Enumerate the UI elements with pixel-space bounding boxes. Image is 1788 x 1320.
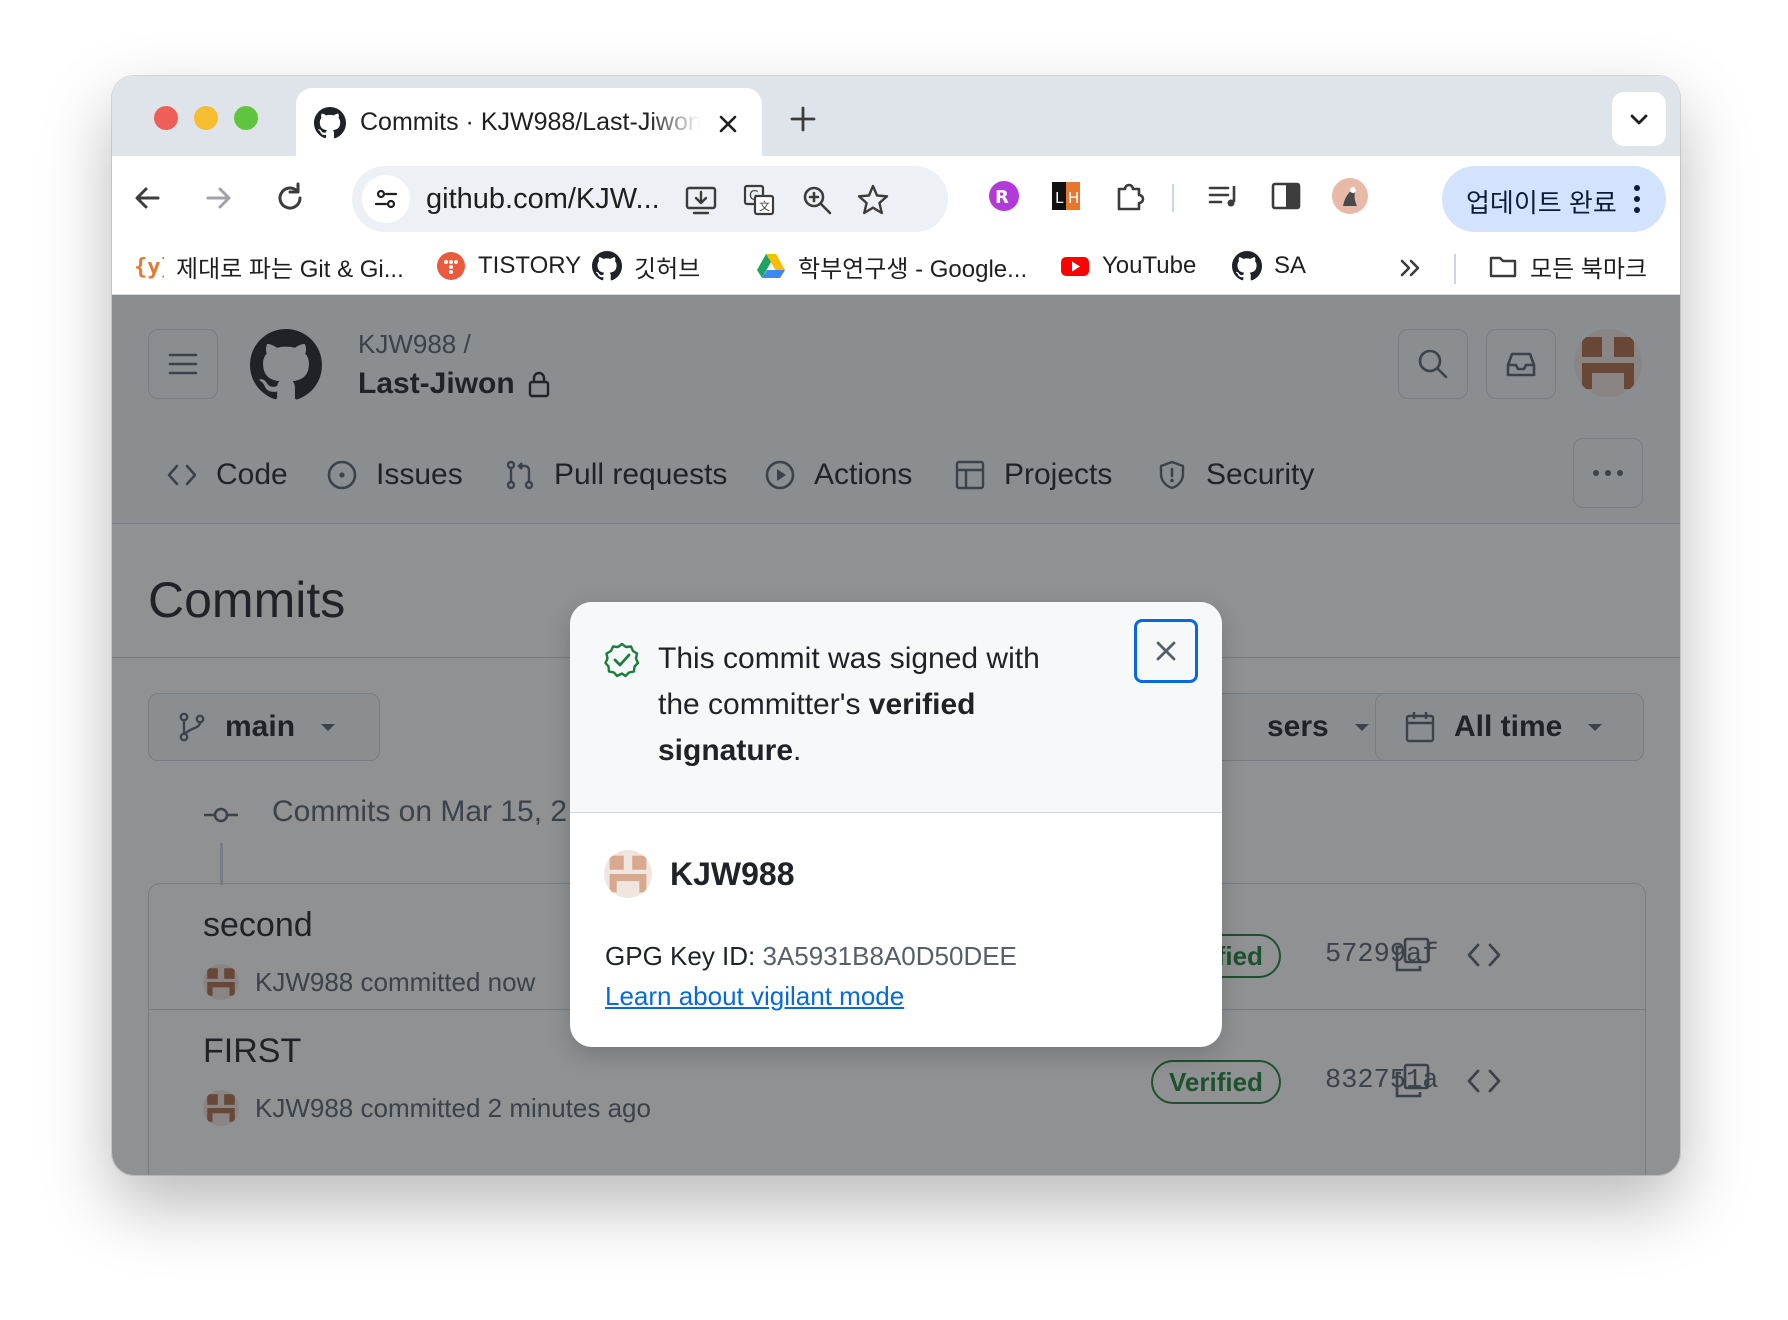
- github-icon: [1232, 251, 1262, 281]
- bookmarks-divider: [1454, 254, 1456, 284]
- google-drive-icon: [757, 254, 785, 278]
- svg-text:H: H: [1068, 189, 1079, 207]
- avatar[interactable]: [604, 850, 652, 898]
- gpg-key-id: 3A5931B8A0D50DEE: [762, 941, 1017, 971]
- extension-lh-icon[interactable]: LH: [1046, 176, 1086, 216]
- forward-icon[interactable]: [198, 178, 238, 218]
- bookmark-git-book[interactable]: {y} 제대로 파는 Git & Gi...: [134, 248, 404, 284]
- bookmark-tistory[interactable]: TISTORY: [436, 248, 581, 284]
- tistory-icon: [437, 252, 465, 280]
- youtube-icon: [1061, 257, 1089, 276]
- message-text: This commit was signed with the committe…: [658, 642, 1040, 721]
- svg-text:R: R: [995, 187, 1009, 208]
- bookmark-label: 학부연구생 - Google...: [798, 255, 1028, 283]
- gpg-label: GPG Key ID:: [605, 941, 756, 971]
- bookmark-github[interactable]: 깃허브: [592, 248, 700, 284]
- bookmark-label: 깃허브: [634, 255, 701, 283]
- address-bar[interactable]: github.com/KJW... G文: [352, 166, 948, 232]
- close-button[interactable]: [1134, 619, 1198, 683]
- close-icon[interactable]: [714, 110, 742, 138]
- all-bookmarks[interactable]: 모든 북마크: [1488, 248, 1647, 284]
- side-panel-icon[interactable]: [1266, 176, 1306, 216]
- verified-check-icon: [604, 642, 640, 678]
- signature-popover: This commit was signed with the committe…: [570, 602, 1222, 1047]
- zoom-window-button[interactable]: [234, 106, 258, 130]
- browser-toolbar: github.com/KJW... G文 R LH 업데이트 완료: [112, 156, 1680, 240]
- bookmarks-bar: {y} 제대로 파는 Git & Gi... TISTORY 깃허브 학부연구생…: [112, 240, 1680, 295]
- url-text: github.com/KJW...: [426, 183, 660, 215]
- signer-name[interactable]: KJW988: [670, 856, 795, 893]
- popover-header: This commit was signed with the committe…: [570, 602, 1222, 813]
- translate-icon[interactable]: G文: [742, 183, 776, 217]
- signature-message: This commit was signed with the committe…: [658, 636, 1078, 774]
- browser-window: Commits · KJW988/Last-Jiwon github.com/K…: [112, 76, 1680, 1175]
- close-window-button[interactable]: [154, 106, 178, 130]
- plus-icon[interactable]: [788, 104, 818, 134]
- profile-avatar-icon[interactable]: [1330, 176, 1370, 216]
- star-icon[interactable]: [856, 183, 890, 217]
- vigilant-mode-link[interactable]: Learn about vigilant mode: [605, 981, 904, 1012]
- folder-icon: [1489, 256, 1517, 278]
- svg-text:{y}: {y}: [134, 255, 164, 280]
- media-control-icon[interactable]: [1204, 176, 1244, 216]
- reload-icon[interactable]: [270, 178, 310, 218]
- bookmark-youtube[interactable]: YouTube: [1060, 248, 1196, 284]
- svg-text:L: L: [1055, 189, 1064, 207]
- bracket-y-icon: {y}: [134, 255, 164, 280]
- extensions-puzzle-icon[interactable]: [1110, 176, 1150, 216]
- update-button[interactable]: 업데이트 완료: [1442, 166, 1666, 232]
- extension-purple-icon[interactable]: R: [984, 176, 1024, 216]
- more-vert-icon: [1634, 185, 1640, 213]
- signer: KJW988: [604, 850, 795, 898]
- tab-title: Commits · KJW988/Last-Jiwon: [360, 108, 700, 136]
- site-info-button[interactable]: [362, 175, 410, 223]
- bookmark-google-drive[interactable]: 학부연구생 - Google...: [756, 248, 1027, 284]
- bookmark-label: 제대로 파는 Git & Gi...: [176, 255, 404, 283]
- all-bookmarks-label: 모든 북마크: [1530, 255, 1648, 283]
- tab-commits[interactable]: Commits · KJW988/Last-Jiwon: [296, 88, 762, 156]
- gpg-key-line: GPG Key ID: 3A5931B8A0D50DEE: [605, 941, 1017, 972]
- update-label: 업데이트 완료: [1466, 188, 1617, 218]
- bookmark-label: SA: [1274, 252, 1307, 279]
- toolbar-divider: [1172, 184, 1174, 212]
- svg-text:文: 文: [759, 199, 770, 213]
- zoom-icon[interactable]: [800, 183, 834, 217]
- tab-strip: Commits · KJW988/Last-Jiwon: [112, 76, 1680, 156]
- page-content: KJW988 / Last-Jiwon Code Issues: [112, 295, 1680, 1175]
- minimize-window-button[interactable]: [194, 106, 218, 130]
- chevron-double-right-icon[interactable]: [1396, 254, 1424, 282]
- back-icon[interactable]: [128, 178, 168, 218]
- github-icon: [592, 251, 622, 281]
- close-icon: [1156, 641, 1176, 661]
- bookmark-label: TISTORY: [478, 252, 582, 279]
- bookmark-label: YouTube: [1102, 252, 1197, 279]
- identicon-icon: [604, 850, 652, 898]
- tab-search-button[interactable]: [1612, 92, 1666, 146]
- tune-icon: [374, 189, 398, 209]
- github-icon: [314, 107, 346, 139]
- bookmark-sa[interactable]: SA: [1232, 248, 1306, 284]
- message-end: .: [793, 734, 802, 767]
- install-app-icon[interactable]: [684, 183, 718, 217]
- chevron-down-icon: [1630, 114, 1648, 125]
